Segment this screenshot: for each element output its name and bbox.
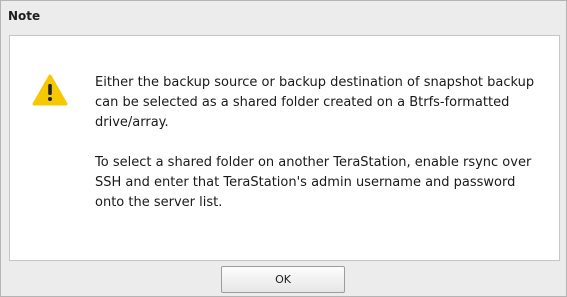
dialog-content: Either the backup source or backup desti…: [9, 35, 560, 261]
message-paragraph-1: Either the backup source or backup desti…: [95, 75, 535, 130]
ok-button[interactable]: OK: [221, 266, 345, 293]
dialog-titlebar: Note: [1, 1, 566, 31]
dialog-title: Note: [8, 9, 41, 23]
message-paragraph-2: To select a shared folder on another Ter…: [95, 155, 532, 210]
note-dialog: Note Either the backup source or backup …: [0, 0, 567, 297]
dialog-message: Either the backup source or backup desti…: [95, 73, 545, 213]
warning-icon: [32, 74, 68, 106]
